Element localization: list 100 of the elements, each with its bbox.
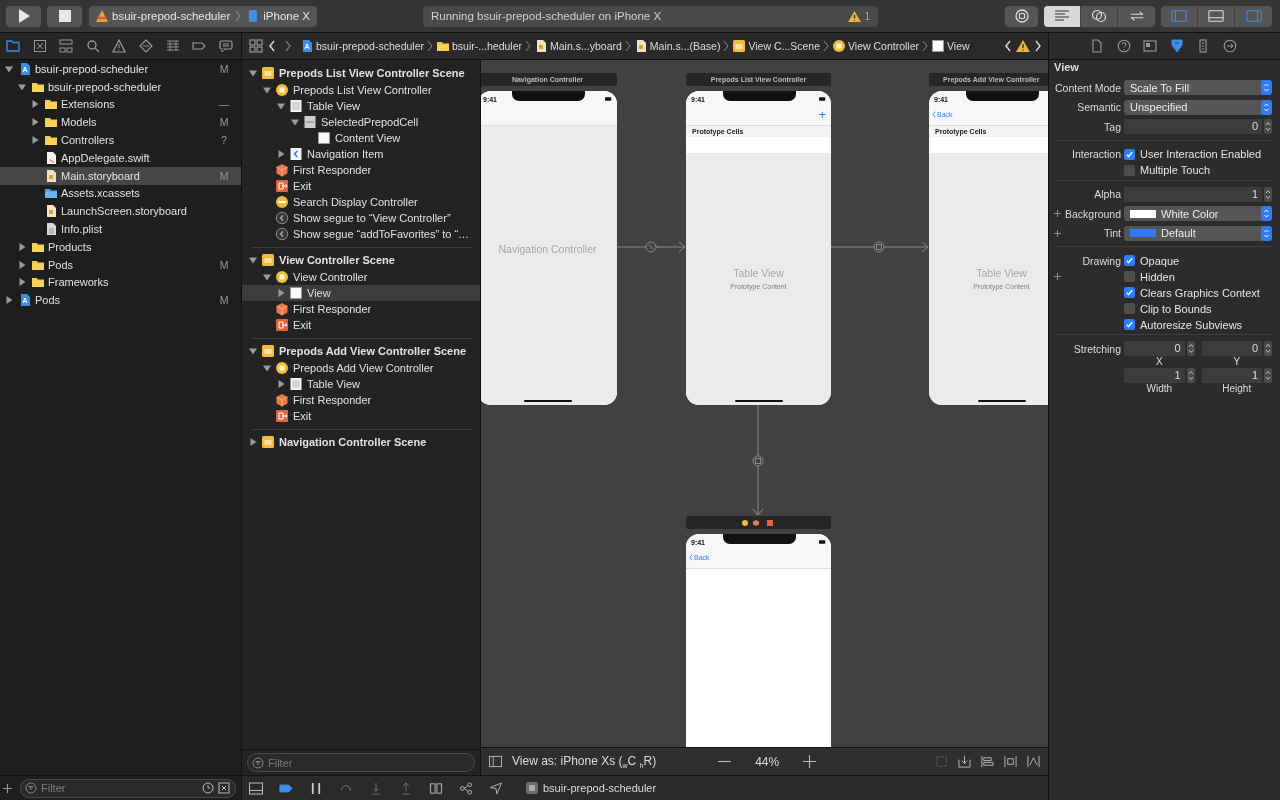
field-caption: Height xyxy=(1222,383,1252,395)
outline-label: Navigation Item xyxy=(307,148,384,160)
file-name: AppDelegate.swift xyxy=(61,151,150,164)
status-letter: M xyxy=(219,258,229,271)
file-row[interactable]: AppDelegate.swift xyxy=(0,149,241,167)
outline-label: View Controller xyxy=(293,271,368,283)
outline-row[interactable]: Show segue to “View Controller” xyxy=(242,210,480,226)
number-field[interactable]: 1 xyxy=(1124,186,1262,202)
file-row[interactable]: Pods M xyxy=(0,255,241,274)
outline-row[interactable]: Prepods List View Controller xyxy=(242,82,480,98)
file-name: Models xyxy=(61,116,97,129)
checkbox-label: Multiple Touch xyxy=(1140,164,1211,176)
add-button[interactable]: + xyxy=(818,107,826,121)
device-configuration[interactable]: View as: iPhone Xs ($_{w}$C $_{h}$R) xyxy=(512,753,657,770)
outline-row[interactable]: Navigation Item xyxy=(242,146,480,162)
path-crumb[interactable]: View C...Scene xyxy=(732,39,821,53)
path-crumb[interactable]: View Controller xyxy=(832,39,920,53)
process-selector[interactable]: bsuir-prepod-scheduler xyxy=(525,781,657,795)
color-popup[interactable]: White Color xyxy=(1124,206,1272,221)
field-label: Interaction xyxy=(1071,148,1121,160)
outline-row[interactable]: Prepods List View Controller Scene xyxy=(242,63,480,82)
path-crumb[interactable]: View xyxy=(931,39,970,53)
checkbox-label: Opaque xyxy=(1140,254,1180,267)
section-title: View xyxy=(1053,61,1080,75)
field-label: Content Mode xyxy=(1055,81,1121,94)
outline-label: SelectedPrepodCell xyxy=(321,116,419,128)
outline-row[interactable]: Exit xyxy=(242,317,480,333)
outline-label: Prepods List View Controller Scene xyxy=(279,66,465,79)
field-label: Background xyxy=(1064,207,1121,220)
outline-row[interactable]: Exit xyxy=(242,178,480,194)
file-row[interactable]: Main.storyboard M xyxy=(0,166,241,185)
outline-row[interactable]: Table View xyxy=(242,98,480,114)
checkbox-label: User Interaction Enabled xyxy=(1140,148,1262,160)
checkbox-label: Autoresize Subviews xyxy=(1140,318,1243,331)
field-label: Tint xyxy=(1103,227,1121,239)
file-row[interactable]: Pods M xyxy=(0,291,241,310)
file-name: Assets.xcassets xyxy=(61,187,140,200)
status-letter: M xyxy=(219,294,229,307)
number-field[interactable]: 1 xyxy=(1124,368,1185,383)
file-row[interactable]: LaunchScreen.storyboard xyxy=(0,202,241,221)
path-crumb[interactable]: bsuir-...heduler xyxy=(436,39,523,53)
file-row[interactable]: bsuir-prepod-scheduler M xyxy=(0,60,241,78)
outline-label: Show segue “addToFavorites” to “… xyxy=(293,228,470,240)
outline-row[interactable]: First Responder xyxy=(242,301,480,317)
number-field[interactable]: 0 xyxy=(1201,341,1262,356)
outline-label: First Responder xyxy=(293,394,372,406)
path-crumb[interactable]: Main.s...(Base) xyxy=(633,39,721,53)
path-crumb[interactable]: Main.s...yboard xyxy=(534,39,622,53)
filter-field[interactable]: Filter xyxy=(20,778,236,798)
popup-menu[interactable]: Scale To Fill xyxy=(1124,80,1272,95)
number-field[interactable]: 0 xyxy=(1124,341,1185,356)
outline-label: View Controller Scene xyxy=(279,253,395,266)
outline-row[interactable]: Exit xyxy=(242,408,480,424)
file-row[interactable]: bsuir-prepod-scheduler xyxy=(0,77,241,96)
outline-row[interactable]: View Controller xyxy=(242,269,480,285)
outline-row[interactable]: Content View xyxy=(242,130,480,146)
outline-label: Search Display Controller xyxy=(293,196,418,208)
outline-label: Exit xyxy=(293,410,312,422)
outline-row[interactable]: Prepods Add View Controller Scene xyxy=(242,341,480,360)
path-crumb[interactable]: bsuir-prepod-scheduler xyxy=(300,39,424,53)
outline-row[interactable]: View Controller Scene xyxy=(242,250,480,269)
outline-label: Prepods List View Controller xyxy=(293,84,432,96)
warning-count: 1 xyxy=(864,10,870,22)
zoom-level[interactable]: 44% xyxy=(755,754,780,769)
file-name: Pods xyxy=(35,294,61,307)
number-field[interactable]: 1 xyxy=(1201,368,1262,383)
outline-label: Table View xyxy=(307,378,360,390)
outline-label: Exit xyxy=(293,319,312,331)
popup-menu[interactable]: Unspecified xyxy=(1124,99,1272,115)
file-row[interactable]: Models M xyxy=(0,113,241,132)
scheme-selector[interactable]: bsuir-prepod-scheduler iPhone X xyxy=(89,5,317,27)
outline-row[interactable]: Search Display Controller xyxy=(242,194,480,210)
file-row[interactable]: Info.plist xyxy=(0,220,241,238)
file-row[interactable]: Extensions — xyxy=(0,95,241,114)
file-name: Main.storyboard xyxy=(61,169,140,182)
checkbox-label: Clip to Bounds xyxy=(1140,302,1212,315)
outline-label: Exit xyxy=(293,180,312,192)
color-popup[interactable]: Default xyxy=(1124,225,1272,241)
file-row[interactable]: Products xyxy=(0,237,241,256)
scheme-name: bsuir-prepod-scheduler xyxy=(112,10,231,22)
outline-label: Prepods Add View Controller xyxy=(293,362,434,374)
outline-label: Navigation Controller Scene xyxy=(279,435,427,448)
file-row[interactable]: Frameworks xyxy=(0,273,241,292)
file-row[interactable]: Controllers ? xyxy=(0,131,241,149)
file-name: Products xyxy=(48,240,92,253)
outline-row[interactable]: Prepods Add View Controller xyxy=(242,360,480,376)
field-label: Stretching xyxy=(1073,342,1121,355)
file-row[interactable]: Assets.xcassets xyxy=(0,184,241,203)
outline-row[interactable]: View xyxy=(242,285,480,301)
number-field[interactable]: 0 xyxy=(1124,119,1262,134)
outline-row[interactable]: Navigation Controller Scene xyxy=(242,432,480,451)
outline-row[interactable]: Table View xyxy=(242,376,480,392)
outline-row[interactable]: SelectedPrepodCell xyxy=(242,114,480,130)
outline-label: Prepods Add View Controller Scene xyxy=(279,344,467,357)
outline-label: Content View xyxy=(335,132,401,144)
outline-row[interactable]: First Responder xyxy=(242,392,480,408)
status-letter: M xyxy=(219,169,229,182)
outline-row[interactable]: First Responder xyxy=(242,162,480,178)
filter-field[interactable]: Filter xyxy=(247,753,475,772)
outline-row[interactable]: Show segue “addToFavorites” to “… xyxy=(242,226,480,242)
